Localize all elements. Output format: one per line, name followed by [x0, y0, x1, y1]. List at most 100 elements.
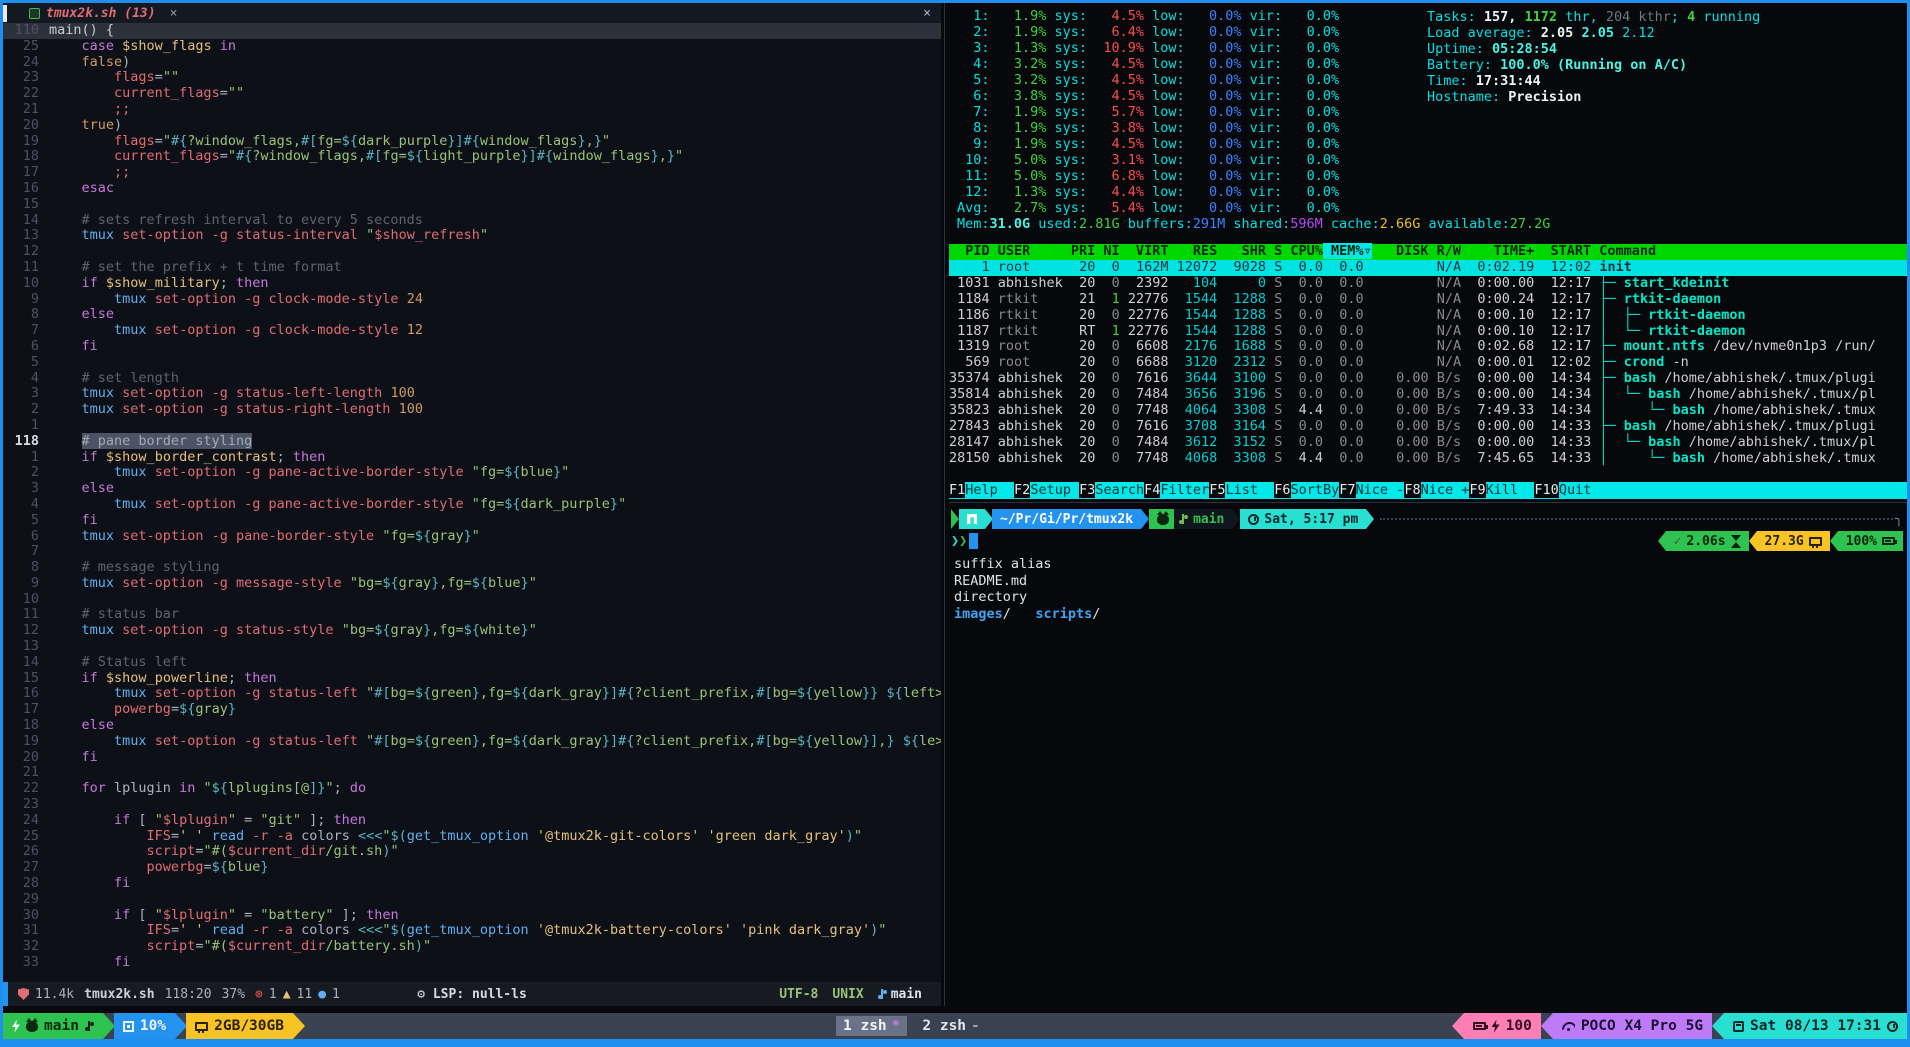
fkey-f8[interactable]: F8Nice +: [1404, 482, 1469, 499]
code-line[interactable]: 30 if [ "$lplugin" = "battery" ]; then: [3, 908, 941, 924]
code-line[interactable]: 23: [3, 797, 941, 813]
code-line[interactable]: 14 # sets refresh interval to every 5 se…: [3, 213, 941, 229]
code-line[interactable]: 3 tmux set-option -g status-left-length …: [3, 386, 941, 402]
code-line[interactable]: 29: [3, 892, 941, 908]
code-line[interactable]: 8 else: [3, 307, 941, 323]
code-area[interactable]: 110main() {25 case $show_flags in24 fals…: [3, 23, 941, 982]
process-row[interactable]: 35823 abhishek 20 0 7748 4064 3308 S 4.4…: [949, 403, 1907, 419]
code-line[interactable]: 21: [3, 765, 941, 781]
code-line[interactable]: 19 flags="#{?window_flags,#[fg=${dark_pu…: [3, 134, 941, 150]
code-line[interactable]: 11 # status bar: [3, 607, 941, 623]
code-line[interactable]: 33 fi: [3, 955, 941, 971]
code-line[interactable]: 10 if $show_military; then: [3, 276, 941, 292]
fkey-f10[interactable]: F10Quit: [1534, 482, 1607, 499]
code-line[interactable]: 26 script="#($current_dir/git.sh)": [3, 844, 941, 860]
code-line[interactable]: 9 tmux set-option -g clock-mode-style 24: [3, 292, 941, 308]
code-line[interactable]: 12 tmux set-option -g status-style "bg=$…: [3, 623, 941, 639]
code-line[interactable]: 18 else: [3, 718, 941, 734]
code-line[interactable]: 24 if [ "$lplugin" = "git" ]; then: [3, 813, 941, 829]
code-line[interactable]: 27 powerbg=${blue}: [3, 860, 941, 876]
code-line[interactable]: 2 tmux set-option -g pane-active-border-…: [3, 465, 941, 481]
code-line[interactable]: 10: [3, 592, 941, 608]
code-line[interactable]: 16 esac: [3, 181, 941, 197]
line-number: 11: [3, 607, 49, 623]
code-line[interactable]: 4 # set length: [3, 371, 941, 387]
code-line[interactable]: 4 tmux set-option -g pane-active-border-…: [3, 497, 941, 513]
process-table-header[interactable]: PID USER PRI NI VIRT RES SHR S CPU% MEM%…: [949, 244, 1907, 260]
code-line[interactable]: 13: [3, 639, 941, 655]
tmux-window-2[interactable]: 2 zsh-: [915, 1016, 986, 1036]
code-line[interactable]: 2 tmux set-option -g status-right-length…: [3, 402, 941, 418]
process-row[interactable]: 27843 abhishek 20 0 7616 3708 3164 S 0.0…: [949, 419, 1907, 435]
code-line[interactable]: 13 tmux set-option -g status-interval "$…: [3, 228, 941, 244]
pane-divider-vertical[interactable]: [941, 3, 949, 1006]
code-line[interactable]: 7 tmux set-option -g clock-mode-style 12: [3, 323, 941, 339]
code-line[interactable]: 6 fi: [3, 339, 941, 355]
code-line[interactable]: 20 true): [3, 118, 941, 134]
code-line[interactable]: 1: [3, 418, 941, 434]
code-line[interactable]: 21 ;;: [3, 102, 941, 118]
fkey-f1[interactable]: F1Help: [949, 482, 1014, 499]
fkey-f9[interactable]: F9Kill: [1469, 482, 1534, 499]
editor-pane[interactable]: tmux2k.sh (13) × × 110main() {25 case $s…: [3, 3, 941, 1006]
code-line[interactable]: 15 if $show_powerline; then: [3, 671, 941, 687]
code-line[interactable]: 32 script="#($current_dir/battery.sh)": [3, 939, 941, 955]
tab-close-icon[interactable]: ×: [170, 6, 178, 21]
process-row[interactable]: 35814 abhishek 20 0 7484 3656 3196 S 0.0…: [949, 387, 1907, 403]
code-line[interactable]: 22 for lplugin in "${lplugins[@]}"; do: [3, 781, 941, 797]
tabline-close-icon[interactable]: ×: [913, 6, 941, 21]
code-line[interactable]: 20 fi: [3, 750, 941, 766]
fkey-f6[interactable]: F6SortBy: [1274, 482, 1339, 499]
process-row[interactable]: 1 root 20 0 162M 12072 9028 S 0.0 0.0 N/…: [949, 260, 1907, 276]
directory-entry[interactable]: scripts/: [1035, 606, 1100, 622]
process-row[interactable]: 35374 abhishek 20 0 7616 3644 3100 S 0.0…: [949, 371, 1907, 387]
fkey-f4[interactable]: F4Filter: [1144, 482, 1209, 499]
code-line[interactable]: 5: [3, 355, 941, 371]
code-line[interactable]: 3 else: [3, 481, 941, 497]
process-row[interactable]: 569 root 20 0 6688 3120 2312 S 0.0 0.0 N…: [949, 355, 1907, 371]
directory-entry[interactable]: images/: [954, 606, 1011, 622]
code-line[interactable]: 8 # message styling: [3, 560, 941, 576]
code-line[interactable]: 19 tmux set-option -g status-left "#[bg=…: [3, 734, 941, 750]
code-line[interactable]: 1 if $show_border_contrast; then: [3, 450, 941, 466]
process-row[interactable]: 1184 rtkit 21 1 22776 1544 1288 S 0.0 0.…: [949, 292, 1907, 308]
fkey-f3[interactable]: F3Search: [1079, 482, 1144, 499]
code-line[interactable]: 118 # pane border styling: [3, 434, 941, 450]
code-line[interactable]: 110main() {: [3, 23, 941, 39]
code-line[interactable]: 12: [3, 244, 941, 260]
system-monitor-pane[interactable]: 1: 1.9% sys: 4.5% low: 0.0% vir: 0.0% 2:…: [949, 3, 1907, 499]
code-line[interactable]: 25 IFS=' ' read -r -a colors <<<"$(get_t…: [3, 829, 941, 845]
code-line[interactable]: 15: [3, 197, 941, 213]
fkey-f5[interactable]: F5List: [1209, 482, 1274, 499]
code-line[interactable]: 9 tmux set-option -g message-style "bg=$…: [3, 576, 941, 592]
process-row[interactable]: 1031 abhishek 20 0 2392 104 0 S 0.0 0.0 …: [949, 276, 1907, 292]
code-line[interactable]: 17 powerbg=${gray}: [3, 702, 941, 718]
code-line[interactable]: 6 tmux set-option -g pane-border-style "…: [3, 529, 941, 545]
process-row[interactable]: 1186 rtkit 20 0 22776 1544 1288 S 0.0 0.…: [949, 308, 1907, 324]
code-line[interactable]: 5 fi: [3, 513, 941, 529]
code-line[interactable]: 24 false): [3, 55, 941, 71]
process-row[interactable]: 28150 abhishek 20 0 7748 4068 3308 S 4.4…: [949, 451, 1907, 467]
code-line[interactable]: 7: [3, 544, 941, 560]
editor-tab[interactable]: tmux2k.sh (13) ×: [3, 3, 187, 23]
session-segment[interactable]: main: [3, 1013, 103, 1039]
code-line[interactable]: 22 current_flags="": [3, 86, 941, 102]
code-line[interactable]: 14 # Status left: [3, 655, 941, 671]
tmux-window-1[interactable]: 1 zsh*: [836, 1016, 907, 1036]
code-line[interactable]: 31 IFS=' ' read -r -a colors <<<"$(get_t…: [3, 923, 941, 939]
fkey-f2[interactable]: F2Setup: [1014, 482, 1079, 499]
code-line[interactable]: 25 case $show_flags in: [3, 39, 941, 55]
process-row[interactable]: 28147 abhishek 20 0 7484 3612 3152 S 0.0…: [949, 435, 1907, 451]
code-line[interactable]: 28 fi: [3, 876, 941, 892]
pane-divider-horizontal[interactable]: [949, 499, 1907, 506]
code-line[interactable]: 16 tmux set-option -g status-left "#[bg=…: [3, 686, 941, 702]
prompt-input-line[interactable]: ❯ ❯ ✓2.06s 27.3G 100%: [951, 530, 1903, 552]
fkey-f7[interactable]: F7Nice -: [1339, 482, 1404, 499]
sort-column[interactable]: MEM%▿: [1323, 243, 1372, 259]
code-line[interactable]: 11 # set the prefix + t time format: [3, 260, 941, 276]
process-row[interactable]: 1319 root 20 0 6608 2176 1688 S 0.0 0.0 …: [949, 339, 1907, 355]
code-line[interactable]: 18 current_flags="#{?window_flags,#[fg=$…: [3, 149, 941, 165]
shell-pane[interactable]: ~/Pr/Gi/Pr/tmux2k main Sat, 5:17 pm ╮ ❯ …: [949, 506, 1907, 1006]
code-line[interactable]: 23 flags="": [3, 70, 941, 86]
code-line[interactable]: 17 ;;: [3, 165, 941, 181]
